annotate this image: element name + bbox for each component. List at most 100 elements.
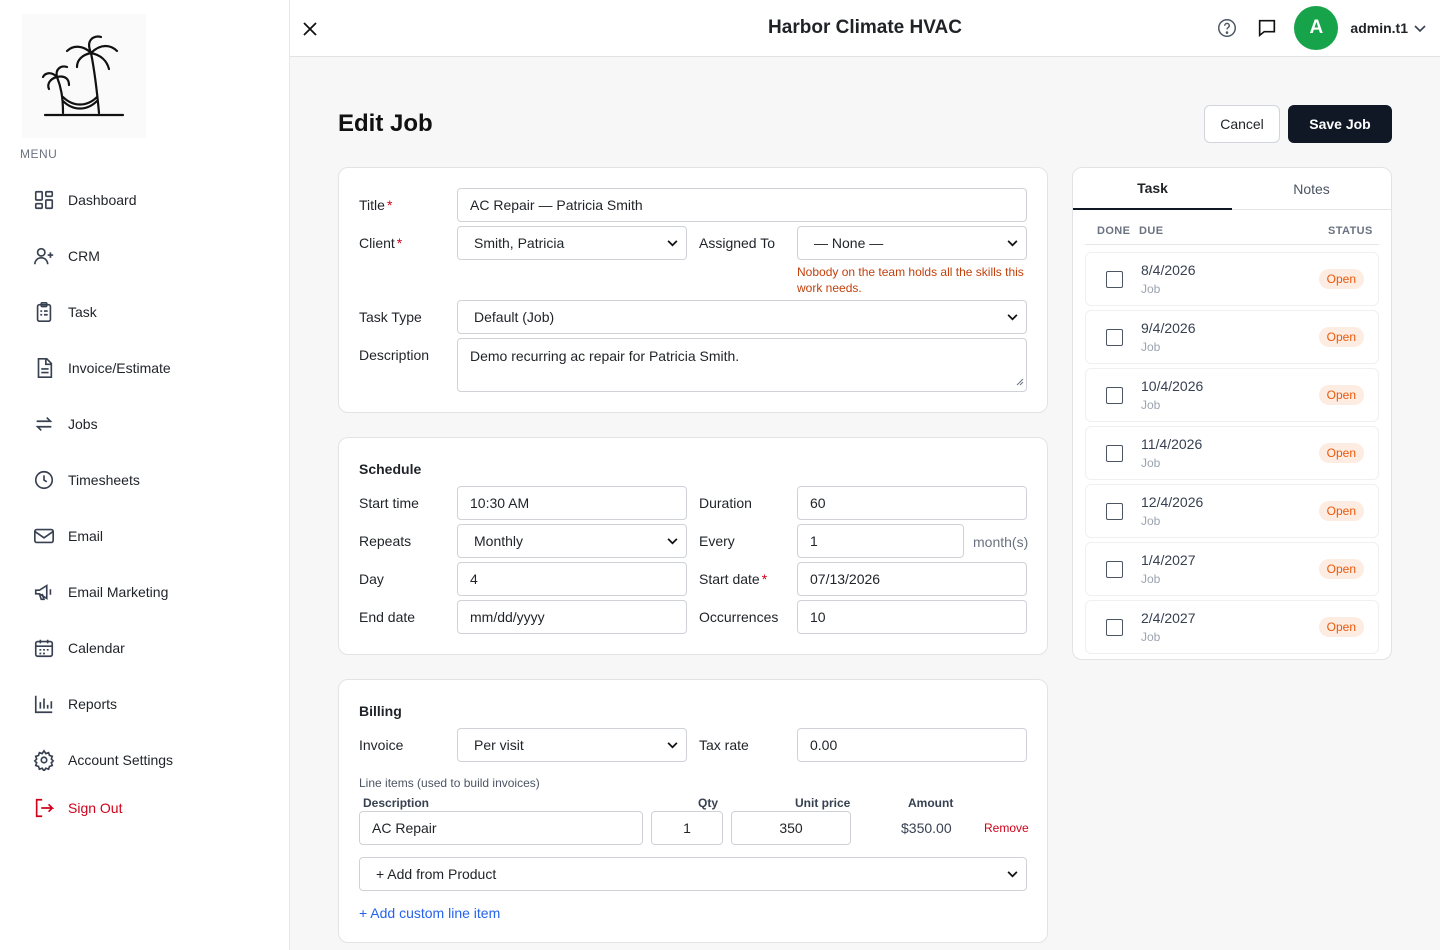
task-type: Job xyxy=(1141,630,1161,644)
sidebar-item-account-settings[interactable]: Account Settings xyxy=(0,732,289,788)
cancel-button[interactable]: Cancel xyxy=(1204,105,1280,143)
job-details-card: Title * AC Repair — Patricia Smith Client… xyxy=(338,167,1048,413)
title-input[interactable]: AC Repair — Patricia Smith xyxy=(457,188,1027,222)
sidebar-item-label: Account Settings xyxy=(68,752,174,768)
sidebar-item-task[interactable]: Task xyxy=(0,284,289,340)
status-badge: Open xyxy=(1318,269,1364,289)
sidebar-item-label: Sign Out xyxy=(68,800,123,816)
done-checkbox[interactable] xyxy=(1106,271,1123,288)
task-type-select-value: Default (Job) xyxy=(474,309,555,325)
header-actions: A admin.t1 xyxy=(1214,6,1426,50)
client-label-text: Client xyxy=(359,235,395,251)
done-checkbox[interactable] xyxy=(1106,561,1123,578)
add-from-product-select[interactable]: + Add from Product xyxy=(359,857,1027,891)
add-custom-line-item-link[interactable]: + Add custom line item xyxy=(359,905,500,921)
chevron-down-icon xyxy=(667,741,678,749)
task-due-date: 1/4/2027 xyxy=(1141,552,1196,568)
sidebar-item-reports[interactable]: Reports xyxy=(0,676,289,732)
task-row[interactable]: 12/4/2026 Job Open xyxy=(1085,484,1379,538)
status-badge: Open xyxy=(1318,443,1364,463)
task-panel-tabs: Task Notes xyxy=(1073,168,1391,210)
repeats-select[interactable]: Monthly xyxy=(457,524,687,558)
day-input[interactable]: 4 xyxy=(457,562,687,596)
line-item-qty-input[interactable]: 1 xyxy=(651,811,723,845)
sidebar-item-label: Email xyxy=(68,528,104,544)
every-input[interactable]: 1 xyxy=(797,524,964,558)
description-text: Demo recurring ac repair for Patricia Sm… xyxy=(470,348,740,364)
sidebar-item-jobs[interactable]: Jobs xyxy=(0,396,289,452)
bar-chart-icon xyxy=(32,692,56,716)
every-unit: month(s) xyxy=(973,534,1029,550)
task-row[interactable]: 11/4/2026 Job Open xyxy=(1085,426,1379,480)
duration-input[interactable]: 60 xyxy=(797,486,1027,520)
tab-task[interactable]: Task xyxy=(1073,168,1232,210)
done-checkbox[interactable] xyxy=(1106,329,1123,346)
task-type: Job xyxy=(1141,514,1161,528)
task-type: Job xyxy=(1141,456,1161,470)
invoice-select[interactable]: Per visit xyxy=(457,728,687,762)
tab-notes[interactable]: Notes xyxy=(1232,168,1391,210)
resize-handle-icon[interactable] xyxy=(1016,373,1024,389)
chevron-down-icon xyxy=(1007,239,1018,247)
document-icon xyxy=(32,356,56,380)
done-checkbox[interactable] xyxy=(1106,387,1123,404)
task-row[interactable]: 9/4/2026 Job Open xyxy=(1085,310,1379,364)
sidebar-item-calendar[interactable]: Calendar xyxy=(0,620,289,676)
sidebar-item-crm[interactable]: CRM xyxy=(0,228,289,284)
sidebar-item-timesheets[interactable]: Timesheets xyxy=(0,452,289,508)
done-checkbox[interactable] xyxy=(1106,503,1123,520)
sidebar-item-email[interactable]: Email xyxy=(0,508,289,564)
sidebar: MENU Dashboard CRM Task Invoice/Estimate xyxy=(0,0,290,950)
calendar-icon xyxy=(32,636,56,660)
every-label: Every xyxy=(699,533,735,549)
description-textarea[interactable]: Demo recurring ac repair for Patricia Sm… xyxy=(457,338,1027,392)
chevron-down-icon xyxy=(1007,870,1018,878)
line-item-description-input[interactable]: AC Repair xyxy=(359,811,643,845)
user-menu[interactable]: admin.t1 xyxy=(1350,20,1426,36)
line-item-unit-price-input[interactable]: 350 xyxy=(731,811,851,845)
duration-label: Duration xyxy=(699,495,752,511)
save-job-button[interactable]: Save Job xyxy=(1288,105,1392,143)
done-checkbox[interactable] xyxy=(1106,445,1123,462)
required-marker: * xyxy=(386,197,393,213)
tax-rate-input[interactable]: 0.00 xyxy=(797,728,1027,762)
repeats-select-value: Monthly xyxy=(474,533,524,549)
done-checkbox[interactable] xyxy=(1106,619,1123,636)
occurrences-input[interactable]: 10 xyxy=(797,600,1027,634)
mail-icon xyxy=(32,524,56,548)
task-due-date: 8/4/2026 xyxy=(1141,262,1196,278)
sidebar-item-sign-out[interactable]: Sign Out xyxy=(0,788,289,828)
end-date-input[interactable]: mm/dd/yyyy xyxy=(457,600,687,634)
close-button[interactable] xyxy=(298,17,322,41)
avatar[interactable]: A xyxy=(1294,6,1339,50)
sidebar-item-label: Email Marketing xyxy=(68,584,169,600)
client-select[interactable]: Smith, Patricia xyxy=(457,226,687,260)
palm-tree-logo xyxy=(22,14,146,138)
help-icon[interactable] xyxy=(1214,15,1240,41)
start-date-input[interactable]: 07/13/2026 xyxy=(797,562,1027,596)
task-row[interactable]: 2/4/2027 Job Open xyxy=(1085,600,1379,654)
top-header: Harbor Climate HVAC A admin.t1 xyxy=(290,0,1440,57)
start-time-input[interactable]: 10:30 AM xyxy=(457,486,687,520)
repeats-label: Repeats xyxy=(359,533,412,549)
sidebar-item-dashboard[interactable]: Dashboard xyxy=(0,172,289,228)
task-row[interactable]: 1/4/2027 Job Open xyxy=(1085,542,1379,596)
task-type: Job xyxy=(1141,398,1161,412)
task-type: Job xyxy=(1141,282,1161,296)
sidebar-item-label: Dashboard xyxy=(68,192,137,208)
remove-line-item-button[interactable]: Remove xyxy=(984,821,1029,835)
col-amount: Amount xyxy=(908,796,954,810)
sidebar-item-label: Calendar xyxy=(68,640,125,656)
sidebar-item-email-marketing[interactable]: Email Marketing xyxy=(0,564,289,620)
status-badge: Open xyxy=(1318,559,1364,579)
task-row[interactable]: 8/4/2026 Job Open xyxy=(1085,252,1379,306)
status-badge: Open xyxy=(1318,327,1364,347)
col-unit-price: Unit price xyxy=(795,796,851,810)
chat-icon[interactable] xyxy=(1254,15,1280,41)
assigned-to-select[interactable]: — None — xyxy=(797,226,1027,260)
task-type-select[interactable]: Default (Job) xyxy=(457,300,1027,334)
sidebar-item-invoice-estimate[interactable]: Invoice/Estimate xyxy=(0,340,289,396)
clock-icon xyxy=(32,468,56,492)
task-row[interactable]: 10/4/2026 Job Open xyxy=(1085,368,1379,422)
dashboard-icon xyxy=(32,188,56,212)
